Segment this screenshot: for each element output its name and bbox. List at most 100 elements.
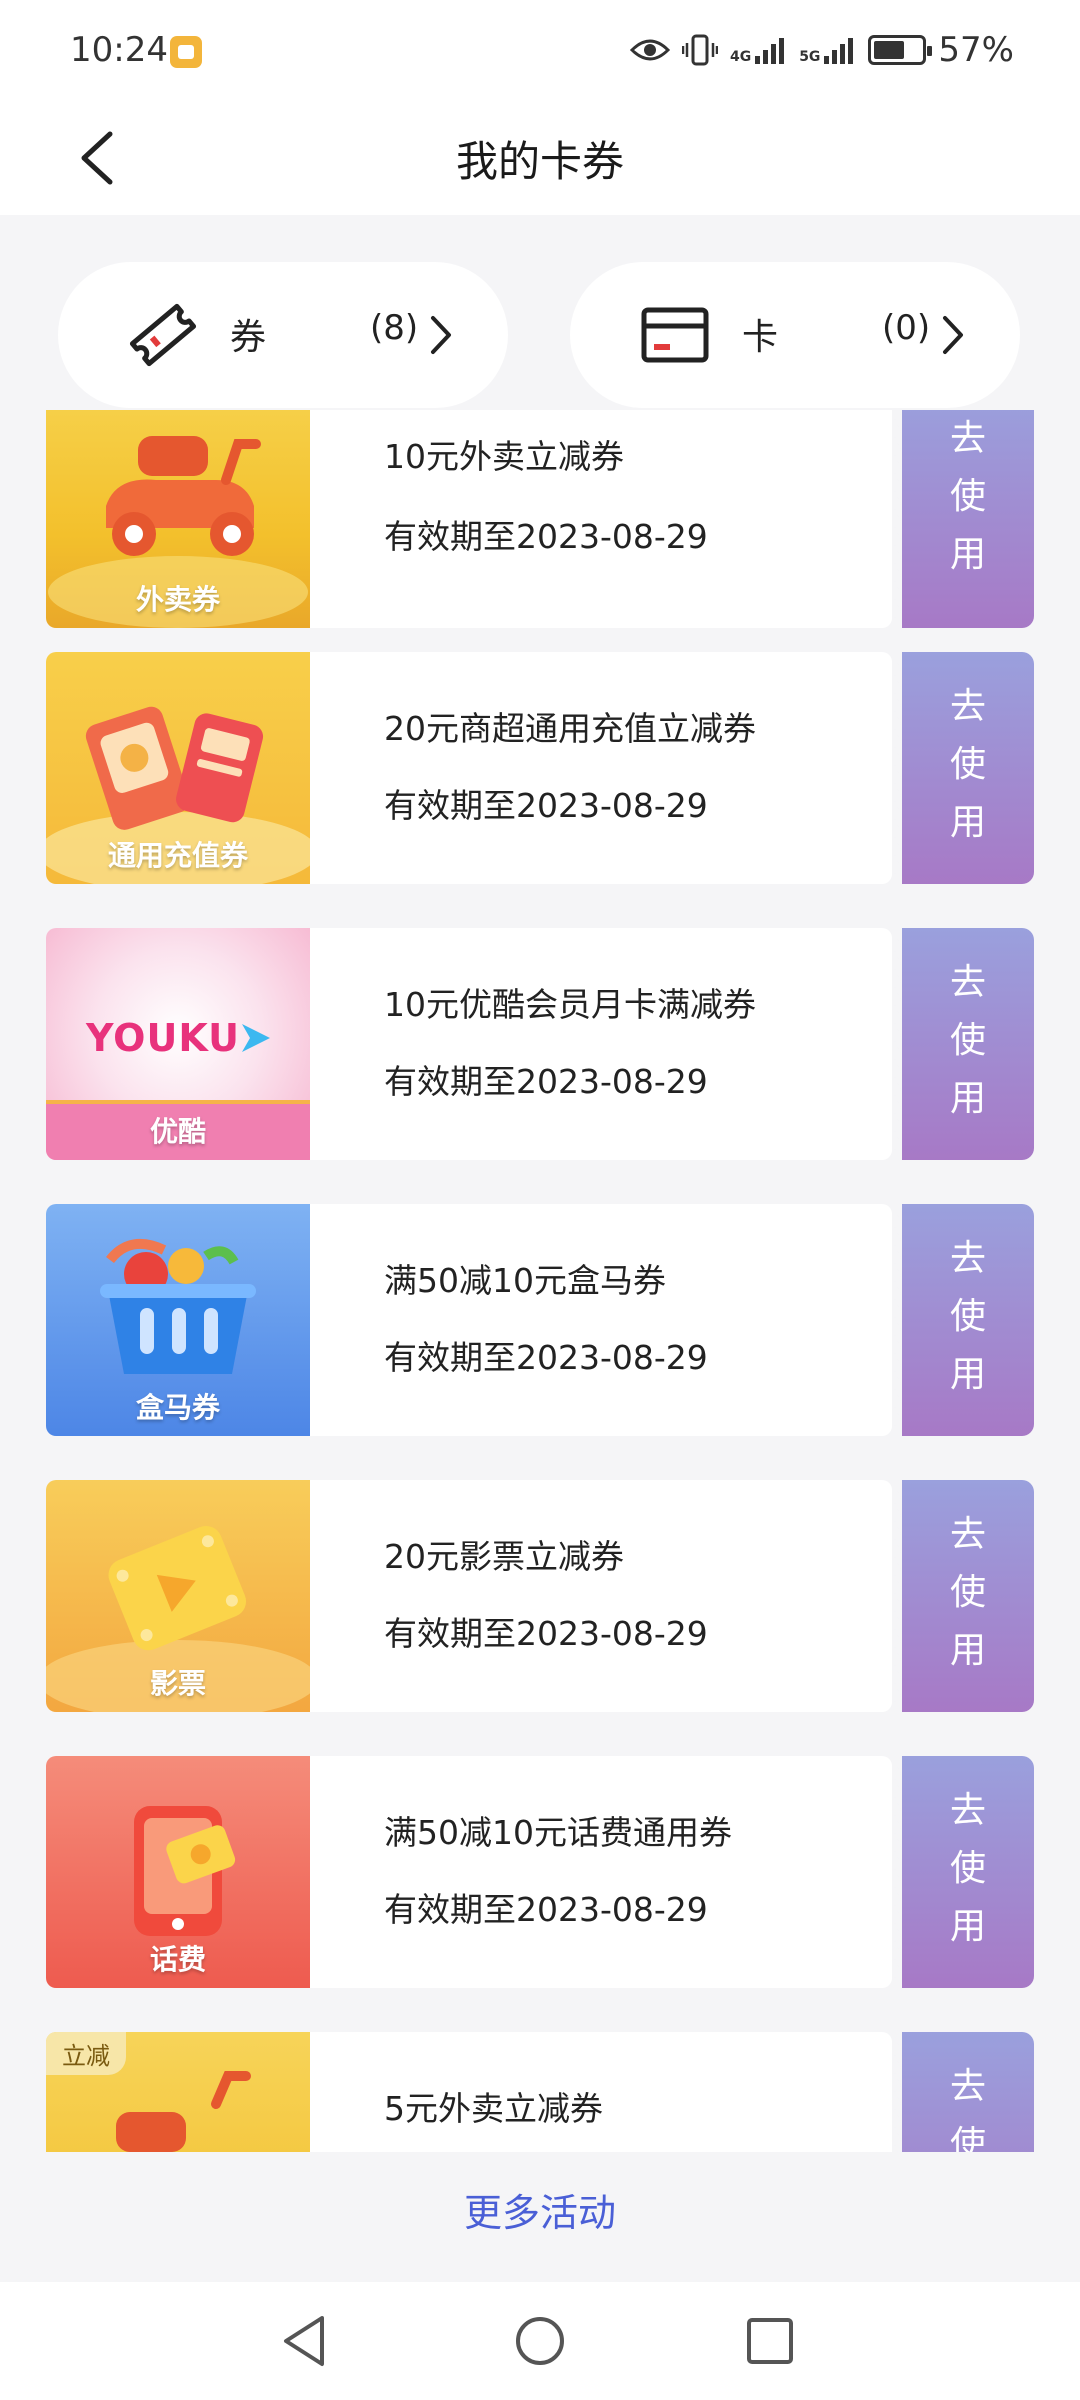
coupon-card[interactable]: 影票 20元影票立减券 有效期至2023-08-29 [46, 1480, 892, 1712]
ticket-icon [129, 303, 197, 367]
vibrate-icon [681, 34, 718, 66]
use-coupon-button[interactable]: 去 使 用 [894, 1756, 1034, 1988]
coupon-image: 外卖券 [46, 410, 310, 628]
use-label-char: 用 [949, 802, 986, 843]
use-label-char: 使 [949, 1848, 986, 1889]
tab-coupons[interactable]: 券 (8) [58, 262, 508, 408]
use-label-char: 用 [949, 1078, 986, 1119]
signal-bars-icon [755, 38, 785, 64]
coupon-image: 影票 [46, 1480, 310, 1712]
coupon-image-caption: 优酷 [149, 1115, 206, 1148]
coupon-item[interactable]: 外卖券 10元外卖立减券 有效期至2023-08-29 去 使 用 [46, 410, 1034, 628]
tab-cards[interactable]: 卡 (0) [570, 262, 1020, 408]
battery-percent: 57% [938, 30, 1014, 70]
use-label-char: 去 [949, 1238, 986, 1279]
use-coupon-label: 去 使 用 [902, 1506, 1034, 1680]
use-coupon-button[interactable]: 去 使 用 [894, 1204, 1034, 1436]
use-label-char: 用 [949, 1354, 986, 1395]
coupon-image: 通用充值券 [46, 652, 310, 884]
use-label-char: 使 [949, 1572, 986, 1613]
use-coupon-button[interactable]: 去 使 用 [894, 928, 1034, 1160]
coupon-image: 立减 [46, 2032, 310, 2152]
more-activities-link[interactable]: 更多活动 [0, 2182, 1080, 2237]
nav-home-button[interactable] [505, 2306, 575, 2376]
coupon-item[interactable]: 话费 满50减10元话费通用券 有效期至2023-08-29 去 使 用 [46, 1756, 1034, 1988]
battery-icon [868, 35, 933, 65]
coupon-card[interactable]: 外卖券 10元外卖立减券 有效期至2023-08-29 [46, 410, 892, 628]
use-label-char: 使 [949, 1020, 986, 1061]
use-label-char: 使 [949, 476, 986, 517]
use-coupon-label: 去 使 用 [902, 1230, 1034, 1404]
coupon-image-caption: 外卖券 [135, 583, 220, 616]
circle-home-icon [516, 2317, 564, 2365]
coupon-image-caption: 通用充值券 [107, 839, 248, 872]
coupon-image-caption: 影票 [149, 1667, 206, 1700]
use-label-char: 去 [949, 962, 986, 1003]
eye-icon [629, 39, 670, 61]
coupon-title: 20元影票立减券 [384, 1537, 624, 1576]
use-label-char: 去 [949, 686, 986, 727]
use-label-char: 用 [949, 534, 986, 575]
coupon-image: 盒马券 [46, 1204, 310, 1436]
system-nav-bar [0, 2282, 1080, 2400]
coupon-expiry: 有效期至2023-08-29 [384, 517, 708, 556]
use-label-char: 去 [949, 1514, 986, 1555]
coupon-image: 话费 [46, 1756, 310, 1988]
use-label-char: 使 [949, 2124, 986, 2152]
tab-cards-label: 卡 [742, 317, 779, 358]
card-icon [641, 307, 709, 363]
coupon-item[interactable]: 盒马券 满50减10元盒马券 有效期至2023-08-29 去 使 用 [46, 1204, 1034, 1436]
triangle-back-icon [284, 2316, 324, 2366]
coupon-item[interactable]: 立减 5元外卖立减券 去 使 用 [46, 2032, 1034, 2152]
coupon-title: 20元商超通用充值立减券 [384, 709, 756, 748]
use-label-char: 使 [949, 1296, 986, 1337]
use-coupon-label: 去 使 用 [902, 678, 1034, 852]
signal-bars-icon [824, 38, 854, 64]
youku-logo: YOUKU [86, 1016, 240, 1060]
coupon-image-caption: 话费 [149, 1943, 206, 1976]
coupon-item[interactable]: 影票 20元影票立减券 有效期至2023-08-29 去 使 用 [46, 1480, 1034, 1712]
tab-coupons-label: 券 [230, 317, 267, 358]
coupon-expiry: 有效期至2023-08-29 [384, 1062, 708, 1101]
use-coupon-button[interactable]: 去 使 用 [894, 2032, 1034, 2152]
coupon-card[interactable]: 立减 5元外卖立减券 [46, 2032, 892, 2152]
coupon-item[interactable]: 通用充值券 20元商超通用充值立减券 有效期至2023-08-29 去 使 用 [46, 652, 1034, 884]
use-coupon-label: 去 使 用 [902, 1782, 1034, 1956]
network-type-2: 5G [799, 49, 821, 65]
use-coupon-label: 去 使 用 [902, 954, 1034, 1128]
coupon-title: 5元外卖立减券 [384, 2089, 603, 2128]
play-arrow-icon [242, 1024, 270, 1052]
nav-back-button[interactable] [270, 2306, 340, 2376]
status-time: 10:24 [70, 30, 168, 70]
coupon-image-caption: 盒马券 [135, 1391, 220, 1424]
coupon-title: 满50减10元话费通用券 [384, 1813, 732, 1852]
use-coupon-label: 去 使 用 [902, 2058, 1034, 2152]
discount-badge: 立减 [46, 2032, 126, 2075]
signal-2: 5G [799, 36, 856, 64]
coupon-list[interactable]: 外卖券 10元外卖立减券 有效期至2023-08-29 去 使 用 通用充值券 … [0, 410, 1080, 2152]
coupon-expiry: 有效期至2023-08-29 [384, 1614, 708, 1653]
coupon-item[interactable]: YOUKU 优酷 10元优酷会员月卡满减券 有效期至2023-08-29 去 使… [46, 928, 1034, 1160]
use-label-char: 用 [949, 1906, 986, 1947]
coupon-card[interactable]: 通用充值券 20元商超通用充值立减券 有效期至2023-08-29 [46, 652, 892, 884]
coupon-card[interactable]: YOUKU 优酷 10元优酷会员月卡满减券 有效期至2023-08-29 [46, 928, 892, 1160]
use-label-char: 去 [949, 2066, 986, 2107]
use-label-char: 用 [949, 1630, 986, 1671]
chevron-right-icon [943, 316, 963, 354]
nav-recent-button[interactable] [735, 2306, 805, 2376]
status-icons: 4G 5G 57% [629, 28, 1014, 72]
app-notification-icon [170, 36, 202, 68]
page-title: 我的卡券 [455, 137, 624, 186]
coupon-expiry: 有效期至2023-08-29 [384, 1338, 708, 1377]
coupon-card[interactable]: 话费 满50减10元话费通用券 有效期至2023-08-29 [46, 1756, 892, 1988]
coupon-title: 10元优酷会员月卡满减券 [384, 985, 756, 1024]
coupon-card[interactable]: 盒马券 满50减10元盒马券 有效期至2023-08-29 [46, 1204, 892, 1436]
use-coupon-button[interactable]: 去 使 用 [894, 652, 1034, 884]
tab-coupons-count: (8) [370, 308, 419, 348]
use-coupon-button[interactable]: 去 使 用 [894, 410, 1034, 628]
coupon-expiry: 有效期至2023-08-29 [384, 786, 708, 825]
network-type-1: 4G [729, 49, 752, 65]
coupon-title: 10元外卖立减券 [384, 437, 624, 476]
use-coupon-button[interactable]: 去 使 用 [894, 1480, 1034, 1712]
header: 我的卡券 [0, 100, 1080, 215]
